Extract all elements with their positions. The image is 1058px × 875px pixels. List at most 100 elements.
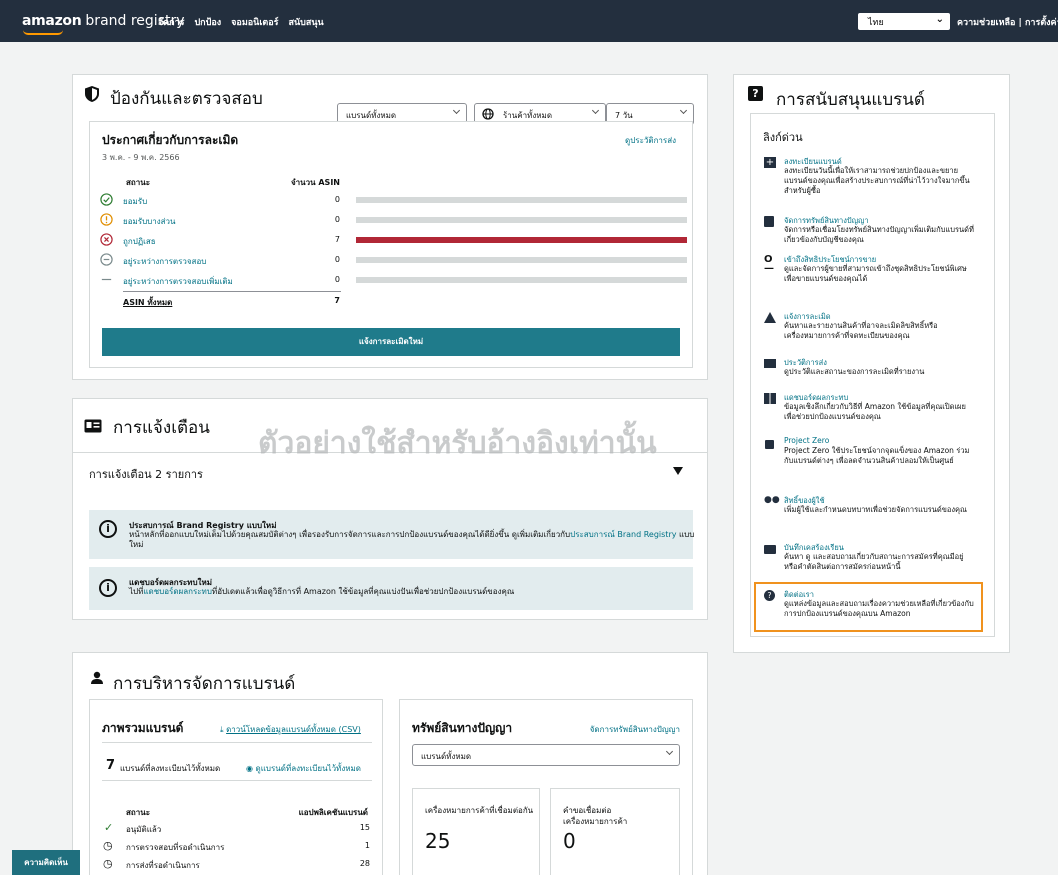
ip-title: ทรัพย์สินทางปัญญา [412,721,513,735]
briefcase-icon [764,545,776,554]
report-violation-button[interactable]: แจ้งการละเมิดใหม่ [102,328,680,356]
check-circle-icon [100,193,113,206]
alert-link[interactable]: แดชบอร์ดผลกระทบ [143,587,212,596]
status-count: 0 [334,195,340,204]
alert-item-impact-dashboard: i แดชบอร์ดผลกระทบใหม่ ไปที่แดชบอร์ดผลกระ… [89,567,693,610]
status-label[interactable]: อยู่ระหว่างการตรวจสอบ [123,255,206,268]
help-settings-links[interactable]: ความช่วยเหลือ | การตั้งค่า [957,15,1058,29]
status-row-further-review: อยู่ระหว่างการตรวจสอบเพิ่มเติม 0 [90,272,710,292]
quick-link-user-permissions[interactable]: ●● สิทธิ์ของผู้ใช้ เพิ่มผู้ใช้และกำหนดบท… [764,495,969,529]
nav-manage[interactable]: จัดการ [158,15,184,29]
nav-support[interactable]: สนับสนุน [289,15,324,29]
quick-link-project-zero[interactable]: Project Zero Project Zero ใช้ประโยชน์จาก… [764,436,970,480]
alert-description: ไปที่แดชบอร์ดผลกระทบที่อัปเดตแล้วเพื่อดู… [129,587,699,597]
submission-history-link[interactable]: ดูประวัติการส่ง [625,134,676,147]
trademark-tile: เครื่องหมายการค้าที่เชื่อมต่อกัน 25 [412,788,540,875]
view-registered-link[interactable]: ◉ ดูแบรนด์ที่ลงทะเบียนไว้ทั้งหมด [246,762,361,775]
quick-link-desc: เพิ่มผู้ใช้และกำหนดบทบาทเพื่อช่วยจัดการแ… [784,505,968,514]
quick-link-report-violation[interactable]: แจ้งการละเมิด ค้นหาและรายงานสินค้าที่อาจ… [764,311,969,345]
clock-icon: ◷ [103,857,113,870]
connection-request-tile: คำขอเชื่อมต่อเครื่องหมายการค้า 0 [550,788,680,875]
alerts-count: การแจ้งเตือน 2 รายการ [89,468,203,481]
eye-icon: ◉ [246,764,253,773]
exclamation-circle-icon [100,213,113,226]
alert-link[interactable]: ประสบการณ์ Brand Registry [570,530,676,539]
status-count: 0 [334,215,340,224]
store-filter-value: ร้านค้าทั้งหมด [503,111,553,120]
status-label[interactable]: ยอมรับบางส่วน [123,215,175,228]
language-select[interactable]: ไทย ⌄ [858,13,950,30]
status-label: อนุมัติแล้ว [126,825,162,834]
infringement-report-title: ประกาศเกี่ยวกับการละเมิด [102,133,239,147]
quick-link-title: Project Zero [784,436,830,445]
clock-icon: ◷ [103,839,113,852]
status-label[interactable]: ยอมรับ [123,195,147,208]
user-icon [91,671,103,684]
trademark-label: เครื่องหมายการค้าที่เชื่อมต่อกัน [425,806,534,815]
overview-divider-2 [102,780,372,781]
status-bar-fill [356,237,687,243]
quick-link-impact-dashboard[interactable]: แดชบอร์ดผลกระทบ ข้อมูลเชิงลึกเกี่ยวกับวิ… [764,392,969,426]
chevron-down-icon: ⌄ [935,14,944,25]
main-nav: จัดการ ปกป้อง จอมอนิเตอร์ สนับสนุน [158,15,324,29]
quick-link-contact-us[interactable]: ? ติดต่อเรา ดูแหล่งข้อมูลและสอบถามเรื่อง… [764,589,974,623]
quick-link-manage-ip[interactable]: จัดการทรัพย์สินทางปัญญา จัดการหรือเชื่อม… [764,215,974,249]
quick-link-desc: ดูแหล่งข้อมูลและสอบถามเรื่องความช่วยเหลื… [784,599,974,618]
status-label[interactable]: ถูกปฏิเสธ [123,235,156,248]
nav-protect[interactable]: ปกป้อง [194,15,221,29]
quick-link-desc: ข้อมูลเชิงลึกเกี่ยวกับวิธีที่ Amazon ใช้… [784,402,966,421]
nav-monitor[interactable]: จอมอนิเตอร์ [231,15,278,29]
status-label[interactable]: อยู่ระหว่างการตรวจสอบเพิ่มเติม [123,275,233,288]
quick-link-desc: จัดการหรือเชื่อมโยงทรัพย์สินทางปัญญาเพิ่… [784,225,974,244]
brand-support-card: ? การสนับสนุนแบรนด์ ลิงก์ด่วน + ลงทะเบีย… [733,74,1010,653]
chevron-down-icon [679,106,688,115]
ip-brand-value: แบรนด์ทั้งหมด [421,752,472,761]
plus-square-icon: + [764,157,776,168]
dash-icon [101,278,112,281]
download-csv-link[interactable]: ⤓ ดาวน์โหลดข้อมูลแบรนด์ทั้งหมด (CSV) [220,723,361,736]
minus-circle-icon [100,253,113,266]
brand-filter-value: แบรนด์ทั้งหมด [346,111,397,120]
status-bar [356,197,687,203]
id-card-icon [84,419,102,433]
protect-card-title: ป้องกันและตรวจสอบ [110,89,263,109]
shield-icon [85,86,99,102]
column-status-header: สถานะ [126,808,150,817]
quick-link-selling-benefits[interactable]: O— เข้าถึงสิทธิประโยชน์การขาย ดูและจัดกา… [764,254,969,288]
status-bar [356,257,687,263]
infringement-report-panel: ประกาศเกี่ยวกับการละเมิด ดูประวัติการส่ง… [89,121,693,368]
quick-link-case-log[interactable]: บันทึกเคสร้องเรียน ค้นหา ดู และสอบถามเกี… [764,542,969,576]
quick-links-title: ลิงก์ด่วน [763,131,803,144]
quick-link-register-brand[interactable]: + ลงทะเบียนแบรนด์ ลงทะเบียนวันนี้เพื่อให… [764,156,970,200]
download-icon: ⤓ [220,725,224,734]
brand-management-card: การบริหารจัดการแบรนด์ ภาพรวมแบรนด์ ⤓ ดาว… [72,652,708,875]
status-row-accepted: ยอมรับ 0 [90,192,710,212]
chevron-down-icon [591,106,600,115]
status-bar [356,217,687,223]
collapse-triangle-icon[interactable] [673,467,683,475]
status-row-approved: ✓ อนุมัติแล้ว 15 [102,821,372,837]
status-count: 1 [364,841,370,850]
brand-overview-panel: ภาพรวมแบรนด์ ⤓ ดาวน์โหลดข้อมูลแบรนด์ทั้ง… [89,699,383,875]
total-asin-count: 7 [334,296,340,305]
dashboard-icon [764,393,776,404]
globe-icon [482,108,494,120]
status-row-rejected: ถูกปฏิเสธ 7 [90,232,710,252]
manage-ip-link[interactable]: จัดการทรัพย์สินทางปัญญา [590,723,680,736]
registered-text: แบรนด์ที่ลงทะเบียนไว้ทั้งหมด [120,764,221,773]
quick-link-submission-history[interactable]: ประวัติการส่ง ดูประวัติและสถานะของการละเ… [764,357,969,381]
date-range: 3 พ.ค. - 9 พ.ค. 2566 [102,153,180,162]
support-card-title: การสนับสนุนแบรนด์ [776,90,925,110]
status-count: 7 [334,235,340,244]
lock-icon [765,440,774,449]
feedback-button[interactable]: ความคิดเห็น [12,850,80,875]
protect-monitor-card: ป้องกันและตรวจสอบ แบรนด์ทั้งหมด ร้านค้าท… [72,74,708,380]
ip-brand-select[interactable]: แบรนด์ทั้งหมด [412,744,680,766]
quick-link-desc: ลงทะเบียนวันนี้เพื่อให้เราสามารถช่วยปกป้… [784,166,970,195]
brand-overview-title: ภาพรวมแบรนด์ [102,721,184,735]
alerts-card: การแจ้งเตือน การแจ้งเตือน 2 รายการ i ประ… [72,398,708,620]
status-row-partial: ยอมรับบางส่วน 0 [90,212,710,232]
status-label: การส่งที่รอดำเนินการ [126,861,200,870]
top-navigation-bar: amazon brand registry จัดการ ปกป้อง จอมอน… [0,0,1058,42]
page-scrollbar[interactable] [1052,42,1058,875]
